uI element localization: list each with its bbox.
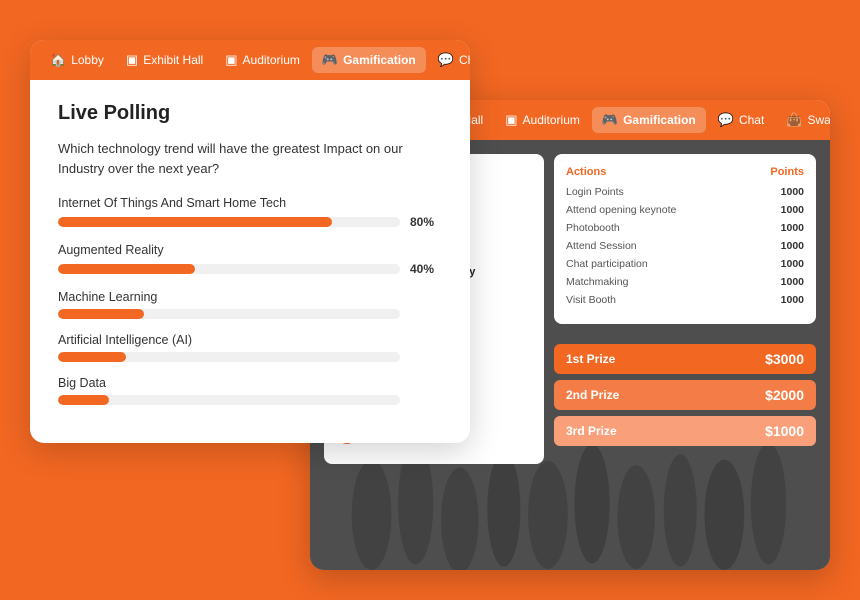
poll-pct-1: 80% (410, 215, 442, 229)
action-name-1: Login Points (566, 186, 624, 198)
poll-label-1: Internet Of Things And Smart Home Tech (58, 196, 442, 210)
action-pts-3: 1000 (781, 222, 804, 234)
action-row-5: Chat participation 1000 (566, 258, 804, 270)
front-nav-exhibit[interactable]: ▣ Exhibit Hall (116, 47, 213, 73)
polling-title: Live Polling (58, 102, 442, 125)
front-nav-gamification[interactable]: 🎮 Gamification (312, 47, 426, 73)
front-gamification-icon: 🎮 (322, 52, 338, 68)
poll-bar-bg-2 (58, 264, 400, 274)
action-name-5: Chat participation (566, 258, 648, 270)
front-home-icon: 🏠 (50, 52, 66, 68)
action-pts-1: 1000 (781, 186, 804, 198)
actions-header: Actions Points (566, 166, 804, 178)
prize-3-amount: $1000 (765, 423, 804, 439)
auditorium-icon: ▣ (505, 112, 517, 128)
poll-bar-bg-1 (58, 217, 400, 227)
prize-1-label: 1st Prize (566, 352, 615, 366)
action-name-4: Attend Session (566, 240, 637, 252)
prize-3-label: 3rd Prize (566, 424, 617, 438)
poll-bar-row-5 (58, 395, 442, 405)
front-auditorium-icon: ▣ (225, 52, 237, 68)
prize-2-label: 2nd Prize (566, 388, 619, 402)
polling-card: 🏠 Lobby ▣ Exhibit Hall ▣ Auditorium 🎮 Ga… (30, 40, 470, 443)
back-nav-chat[interactable]: 💬 Chat (708, 107, 775, 133)
prize-1-amount: $3000 (765, 351, 804, 367)
front-nav-chat[interactable]: 💬 Chat (428, 47, 470, 73)
polling-body: Live Polling Which technology trend will… (30, 80, 470, 443)
poll-bar-bg-4 (58, 352, 400, 362)
swagbag-icon: 👜 (786, 112, 802, 128)
poll-bar-fill-1 (58, 217, 332, 227)
poll-bar-fill-5 (58, 395, 109, 405)
front-nav-bar: 🏠 Lobby ▣ Exhibit Hall ▣ Auditorium 🎮 Ga… (30, 40, 470, 80)
action-pts-6: 1000 (781, 276, 804, 288)
poll-bar-fill-3 (58, 309, 144, 319)
back-nav-auditorium[interactable]: ▣ Auditorium (495, 107, 590, 133)
polling-question: Which technology trend will have the gre… (58, 139, 442, 178)
actions-col-label: Actions (566, 166, 606, 178)
action-row-4: Attend Session 1000 (566, 240, 804, 252)
action-row-2: Attend opening keynote 1000 (566, 204, 804, 216)
back-nav-swagbag[interactable]: 👜 Swag Bag (776, 107, 830, 133)
front-nav-auditorium[interactable]: ▣ Auditorium (215, 47, 310, 73)
poll-bar-fill-4 (58, 352, 126, 362)
poll-option-1: Internet Of Things And Smart Home Tech 8… (58, 196, 442, 229)
prize-2: 2nd Prize $2000 (554, 380, 816, 410)
poll-bar-row-2: 40% (58, 262, 442, 276)
action-name-6: Matchmaking (566, 276, 628, 288)
prize-1: 1st Prize $3000 (554, 344, 816, 374)
poll-option-5: Big Data (58, 376, 442, 405)
poll-bar-row-3 (58, 309, 442, 319)
gamification-icon: 🎮 (602, 112, 618, 128)
action-name-2: Attend opening keynote (566, 204, 676, 216)
action-row-7: Visit Booth 1000 (566, 294, 804, 306)
poll-bar-bg-3 (58, 309, 400, 319)
front-chat-icon: 💬 (438, 52, 454, 68)
poll-option-4: Artificial Intelligence (AI) (58, 333, 442, 362)
points-col-label: Points (770, 166, 804, 178)
action-row-6: Matchmaking 1000 (566, 276, 804, 288)
poll-pct-2: 40% (410, 262, 442, 276)
poll-bar-fill-2 (58, 264, 195, 274)
action-row-3: Photobooth 1000 (566, 222, 804, 234)
action-name-3: Photobooth (566, 222, 620, 234)
poll-label-2: Augmented Reality (58, 243, 442, 257)
prize-2-amount: $2000 (765, 387, 804, 403)
poll-bar-row-1: 80% (58, 215, 442, 229)
poll-option-3: Machine Learning (58, 290, 442, 319)
action-pts-7: 1000 (781, 294, 804, 306)
poll-label-3: Machine Learning (58, 290, 442, 304)
front-exhibit-icon: ▣ (126, 52, 138, 68)
action-pts-4: 1000 (781, 240, 804, 252)
action-pts-5: 1000 (781, 258, 804, 270)
prizes-section: 1st Prize $3000 2nd Prize $2000 3rd Priz… (554, 344, 816, 452)
poll-label-5: Big Data (58, 376, 442, 390)
action-row-1: Login Points 1000 (566, 186, 804, 198)
back-nav-gamification[interactable]: 🎮 Gamification (592, 107, 706, 133)
action-name-7: Visit Booth (566, 294, 616, 306)
poll-label-4: Artificial Intelligence (AI) (58, 333, 442, 347)
poll-bar-row-4 (58, 352, 442, 362)
right-column: Actions Points Login Points 1000 Attend … (554, 154, 816, 464)
action-pts-2: 1000 (781, 204, 804, 216)
actions-panel: Actions Points Login Points 1000 Attend … (554, 154, 816, 324)
poll-bar-bg-5 (58, 395, 400, 405)
chat-icon: 💬 (718, 112, 734, 128)
poll-option-2: Augmented Reality 40% (58, 243, 442, 276)
front-nav-lobby[interactable]: 🏠 Lobby (40, 47, 114, 73)
prize-3: 3rd Prize $1000 (554, 416, 816, 446)
